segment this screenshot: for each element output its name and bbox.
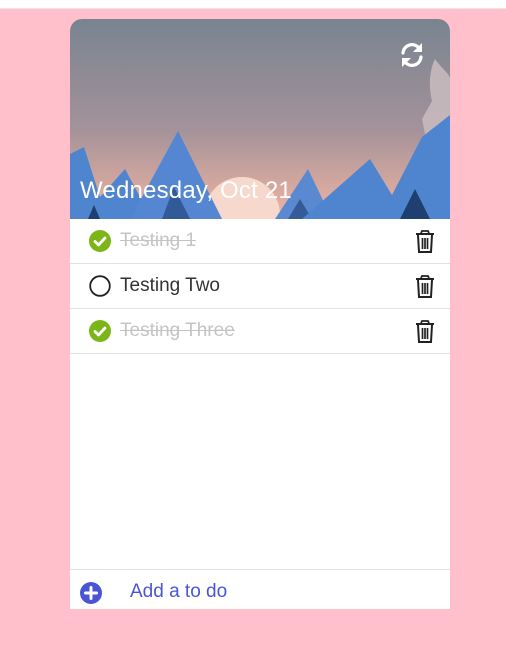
add-todo-button[interactable]: Add a to do bbox=[130, 581, 227, 603]
browser-top-strip bbox=[0, 0, 506, 9]
todo-card: Wednesday, Oct 21 Testing 1 Testing Two bbox=[70, 19, 450, 609]
checked-circle-icon[interactable] bbox=[89, 320, 111, 342]
unchecked-circle-icon[interactable] bbox=[89, 275, 111, 297]
add-todo-bar: Add a to do bbox=[70, 569, 450, 609]
trash-icon[interactable] bbox=[414, 275, 436, 299]
trash-icon[interactable] bbox=[414, 320, 436, 344]
header-illustration: Wednesday, Oct 21 bbox=[70, 19, 450, 219]
todo-label: Testing Two bbox=[120, 275, 220, 296]
todo-item: Testing Two bbox=[70, 264, 450, 309]
trash-icon[interactable] bbox=[414, 230, 436, 254]
checked-circle-icon[interactable] bbox=[89, 230, 111, 252]
todo-list: Testing 1 Testing Two Testing Three bbox=[70, 219, 450, 354]
plus-circle-icon[interactable] bbox=[80, 582, 102, 604]
date-heading: Wednesday, Oct 21 bbox=[80, 177, 292, 204]
todo-item: Testing 1 bbox=[70, 219, 450, 264]
todo-label: Testing 1 bbox=[120, 230, 197, 251]
todo-label: Testing Three bbox=[120, 320, 235, 341]
todo-item: Testing Three bbox=[70, 309, 450, 354]
refresh-icon[interactable] bbox=[398, 41, 426, 69]
